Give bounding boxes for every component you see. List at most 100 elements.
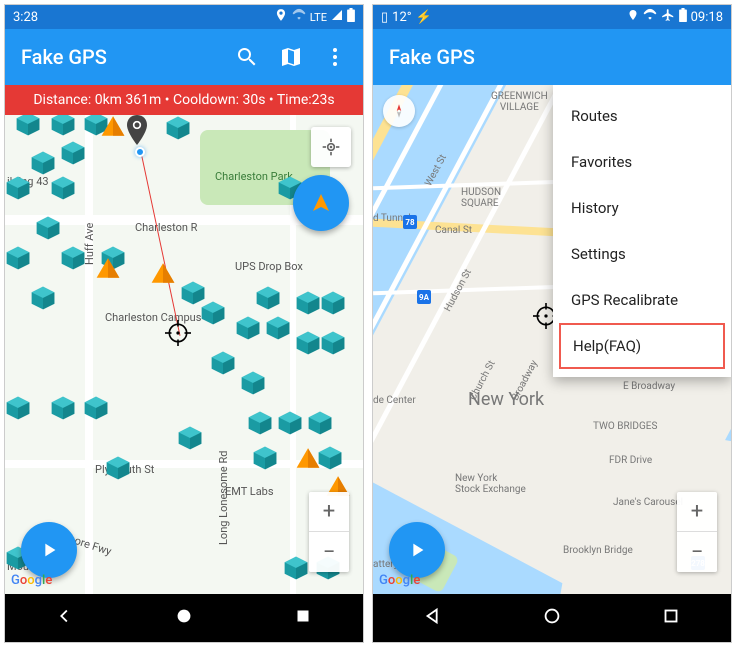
- menu-history[interactable]: History: [553, 185, 731, 231]
- marker-cube-icon[interactable]: [295, 290, 321, 316]
- airplane-icon: [661, 8, 675, 26]
- nav-recent-icon[interactable]: [292, 605, 314, 631]
- marker-cube-icon[interactable]: [320, 290, 346, 316]
- zoom-in-button[interactable]: +: [309, 492, 349, 532]
- city-label: New York: [468, 389, 544, 410]
- marker-cube-icon[interactable]: [35, 215, 61, 241]
- zoom-in-button[interactable]: +: [677, 492, 717, 532]
- marker-pyramid-icon[interactable]: [150, 260, 176, 286]
- status-icons: 09:18: [627, 8, 723, 26]
- transit-badge: 78: [403, 215, 417, 229]
- distance-banner: Distance: 0km 361m • Cooldown: 30s • Tim…: [5, 85, 363, 115]
- marker-cube-icon[interactable]: [50, 175, 76, 201]
- nav-back-icon[interactable]: [54, 605, 76, 631]
- marker-cube-icon[interactable]: [265, 315, 291, 341]
- marker-cube-icon[interactable]: [200, 300, 226, 326]
- marker-pyramid-icon[interactable]: [100, 115, 126, 139]
- map-area[interactable]: ilding 43 Charleston Park Charleston R H…: [5, 115, 363, 594]
- zoom-out-button[interactable]: −: [309, 532, 349, 572]
- marker-cube-icon[interactable]: [5, 245, 31, 271]
- wifi-icon: [643, 8, 657, 26]
- my-location-button[interactable]: [311, 127, 351, 167]
- marker-cube-icon[interactable]: [60, 140, 86, 166]
- overflow-icon[interactable]: [323, 45, 347, 69]
- crosshair-icon: [165, 320, 191, 346]
- map-label: Canal St: [435, 225, 472, 236]
- marker-cube-icon[interactable]: [252, 445, 278, 471]
- bolt-icon: ⚡: [416, 10, 432, 25]
- menu-help[interactable]: Help(FAQ): [559, 323, 725, 369]
- marker-cube-icon[interactable]: [255, 285, 281, 311]
- marker-cube-icon[interactable]: [165, 115, 191, 141]
- marker-cube-icon[interactable]: [15, 115, 41, 137]
- marker-pyramid-icon[interactable]: [95, 255, 121, 281]
- map-icon[interactable]: [279, 45, 303, 69]
- marker-cube-icon[interactable]: [50, 115, 76, 137]
- compass-icon[interactable]: [383, 95, 415, 127]
- menu-settings[interactable]: Settings: [553, 231, 731, 277]
- play-fab[interactable]: [21, 522, 77, 578]
- map-label: E Broadway: [623, 381, 675, 392]
- location-icon: [274, 8, 288, 26]
- map-label: Charleston R: [135, 221, 197, 234]
- location-pin-icon: [127, 115, 147, 145]
- marker-cube-icon[interactable]: [60, 245, 86, 271]
- marker-cube-icon[interactable]: [83, 395, 109, 421]
- marker-pyramid-icon[interactable]: [295, 445, 321, 471]
- app-title: Fake GPS: [389, 45, 715, 69]
- compass-fab[interactable]: [293, 175, 349, 231]
- marker-cube-icon[interactable]: [277, 410, 303, 436]
- app-bar: Fake GPS: [5, 29, 363, 85]
- phone-left: 3:28 LTE Fake GPS Distan: [4, 4, 364, 643]
- phone-right: ▯ 12° ⚡ 09:18 Fake GPS GREENWICH VILLAGE: [372, 4, 732, 643]
- nav-home-icon[interactable]: [541, 605, 563, 631]
- marker-cube-icon[interactable]: [210, 350, 236, 376]
- road: [85, 115, 93, 594]
- marker-cube-icon[interactable]: [247, 410, 273, 436]
- map-label: Brooklyn Bridge: [563, 545, 633, 556]
- status-icons: LTE: [274, 8, 355, 26]
- location-icon: [627, 9, 639, 25]
- marker-cube-icon[interactable]: [283, 555, 309, 581]
- search-icon[interactable]: [235, 45, 259, 69]
- map-label: de Center: [373, 395, 416, 406]
- app-bar: Fake GPS: [373, 29, 731, 85]
- marker-cube-icon[interactable]: [5, 175, 31, 201]
- map-label: FDR Drive: [609, 455, 652, 466]
- app-title: Fake GPS: [21, 45, 215, 69]
- marker-cube-icon[interactable]: [235, 315, 261, 341]
- google-logo: Google: [379, 573, 420, 588]
- menu-favorites[interactable]: Favorites: [553, 139, 731, 185]
- zoom-out-button[interactable]: −: [677, 532, 717, 572]
- nav-bar: [5, 594, 363, 642]
- status-left: ▯ 12° ⚡: [381, 10, 627, 25]
- marker-cube-icon[interactable]: [30, 150, 56, 176]
- menu-routes[interactable]: Routes: [553, 93, 731, 139]
- menu-gps-recalibrate[interactable]: GPS Recalibrate: [553, 277, 731, 323]
- nav-recent-icon[interactable]: [660, 605, 682, 631]
- nav-bar: [373, 594, 731, 642]
- marker-cube-icon[interactable]: [177, 425, 203, 451]
- route-line: [140, 150, 180, 336]
- marker-cube-icon[interactable]: [105, 455, 131, 481]
- current-location-dot: [135, 147, 145, 157]
- status-temp: 12°: [392, 10, 411, 25]
- temp-icon: ▯: [381, 10, 388, 25]
- map-area[interactable]: GREENWICH VILLAGE West St HUDSON SQUARE …: [373, 85, 731, 594]
- map-label: New York Stock Exchange: [455, 473, 526, 495]
- marker-cube-icon[interactable]: [30, 285, 56, 311]
- marker-cube-icon[interactable]: [320, 330, 346, 356]
- nav-home-icon[interactable]: [173, 605, 195, 631]
- marker-cube-icon[interactable]: [5, 395, 31, 421]
- marker-cube-icon[interactable]: [240, 370, 266, 396]
- wifi-icon: [292, 8, 306, 26]
- battery-icon: [347, 8, 355, 26]
- map-label: UPS Drop Box: [235, 260, 303, 273]
- map-label: TWO BRIDGES: [593, 421, 657, 432]
- network-label: LTE: [310, 11, 327, 24]
- marker-cube-icon[interactable]: [50, 395, 76, 421]
- marker-cube-icon[interactable]: [295, 330, 321, 356]
- play-fab[interactable]: [389, 522, 445, 578]
- nav-back-icon[interactable]: [422, 605, 444, 631]
- marker-cube-icon[interactable]: [307, 410, 333, 436]
